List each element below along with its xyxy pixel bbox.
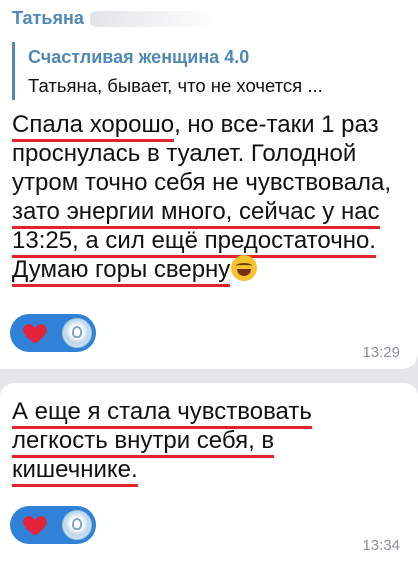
message-text-fragment: , но все-таки 1 раз xyxy=(174,111,379,138)
message-bubble[interactable]: А еще я стала чувствовать легкость внутр… xyxy=(0,383,418,562)
underlined-text: легкость внутри себя, в xyxy=(12,427,275,458)
underlined-text: А еще я стала чувствовать xyxy=(12,398,312,429)
message-text: Спала хорошо, но все-таки 1 раз проснула… xyxy=(12,110,412,287)
message-line: А еще я стала чувствовать xyxy=(12,397,412,429)
underlined-text: кишечнике. xyxy=(12,456,138,487)
sender-name-text: Татьяна xyxy=(12,8,84,28)
message-line: 13:25, а сил ещё предостаточно. xyxy=(12,226,412,258)
message-line: проснулась в туалет. Голодной xyxy=(12,140,357,167)
reply-text: Татьяна, бывает, что не хочется ... xyxy=(28,75,323,96)
message-line: легкость внутри себя, в xyxy=(12,426,412,458)
reply-title: Счастливая женщина 4.0 xyxy=(28,47,250,67)
message-line: утром точно себя не чувствовала, xyxy=(12,169,392,196)
underlined-text: зато энергии много, сейчас у нас xyxy=(12,198,380,229)
message-time: 13:29 xyxy=(362,344,400,361)
reaction-pill[interactable] xyxy=(10,506,96,544)
blurred-surname xyxy=(89,11,210,28)
rolling-on-floor-laughing-emoji-icon xyxy=(231,255,258,281)
underlined-text: Думаю горы сверну xyxy=(12,256,231,287)
sender-name[interactable]: Татьяна xyxy=(12,8,210,29)
message-bubble[interactable]: Татьяна Счастливая женщина 4.0 Татьяна, … xyxy=(0,0,418,369)
message-time: 13:34 xyxy=(362,537,400,554)
message-line: Думаю горы сверну xyxy=(12,255,412,287)
avatar xyxy=(62,318,92,348)
underlined-text: 13:25, а сил ещё предостаточно. xyxy=(12,227,376,258)
reaction-pill[interactable] xyxy=(10,314,96,352)
avatar xyxy=(62,510,92,540)
underlined-text: Спала хорошо xyxy=(12,111,175,142)
message-text: А еще я стала чувствовать легкость внутр… xyxy=(12,397,412,487)
reply-quote[interactable]: Счастливая женщина 4.0 Татьяна, бывает, … xyxy=(12,42,392,100)
message-line: зато энергии много, сейчас у нас xyxy=(12,197,412,229)
heart-icon xyxy=(23,324,47,344)
heart-icon xyxy=(23,516,47,536)
message-line: кишечнике. xyxy=(12,455,412,487)
message-line: Спала хорошо, но все-таки 1 раз xyxy=(12,110,412,142)
